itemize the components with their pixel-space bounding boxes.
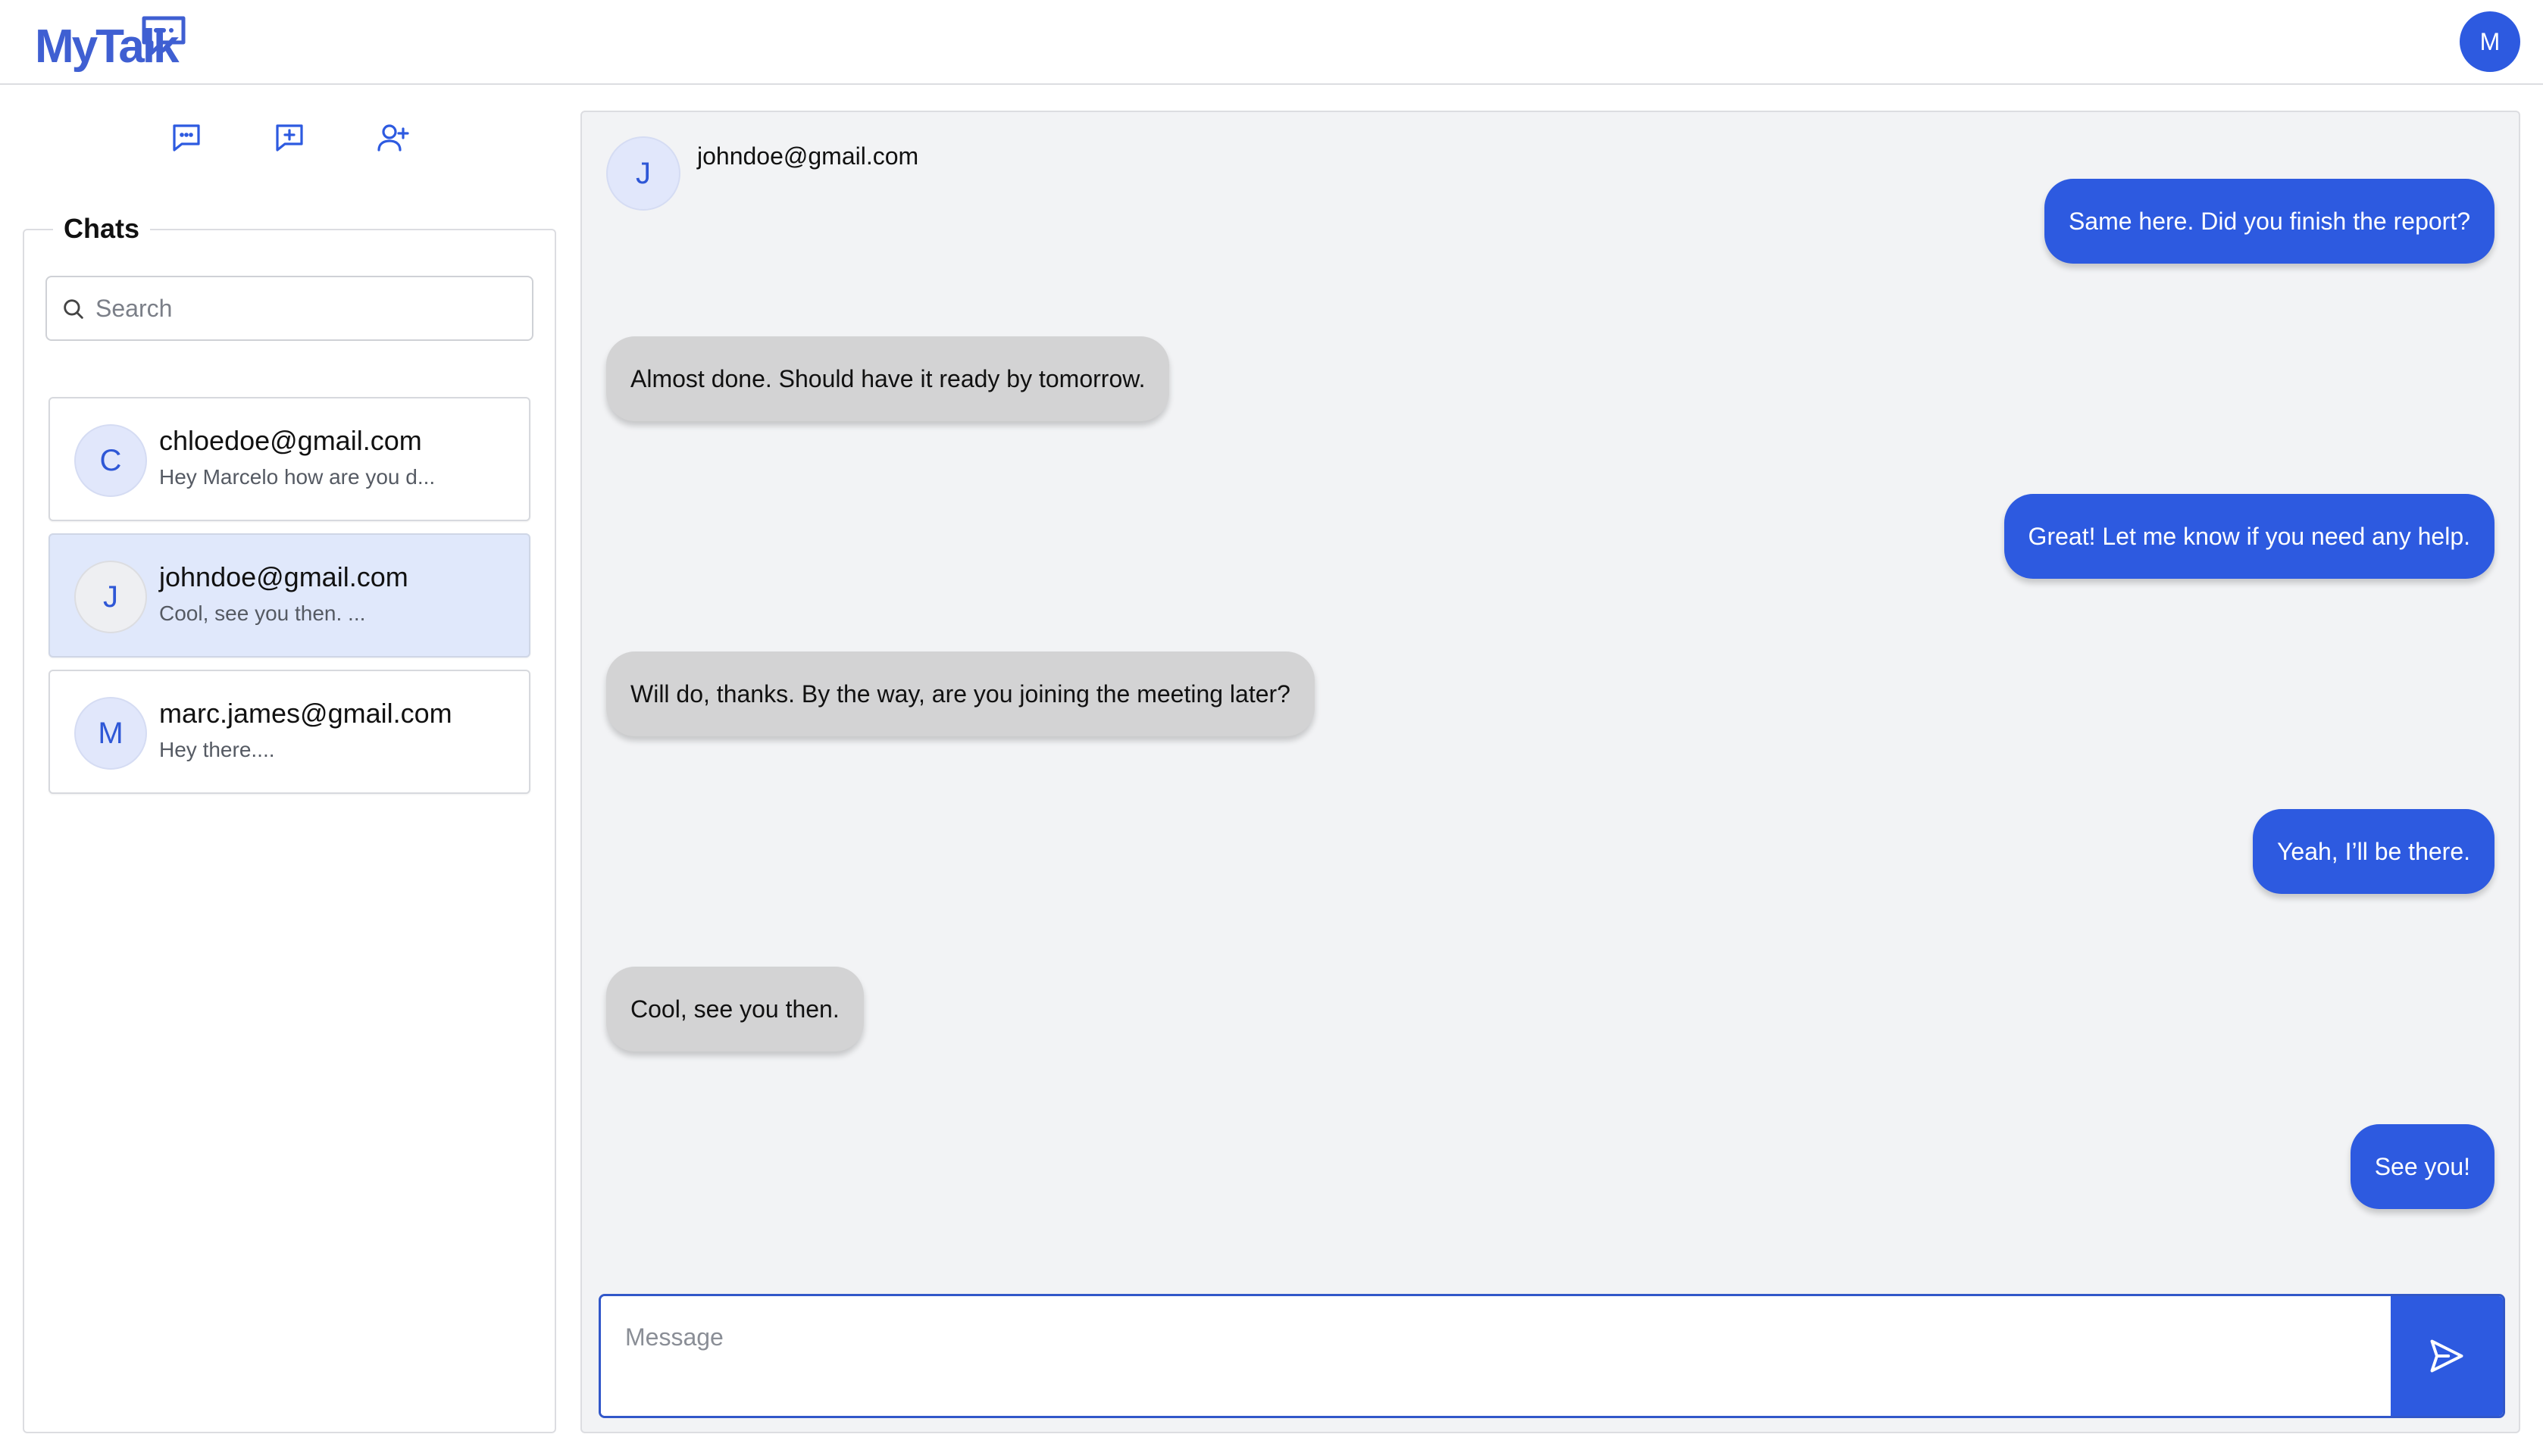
search-icon bbox=[64, 299, 83, 319]
message-received: Cool, see you then. bbox=[606, 967, 864, 1051]
chat-item-marc-james[interactable]: M marc.james@gmail.com Hey there.... bbox=[48, 670, 530, 794]
logo-chat-icon bbox=[142, 16, 186, 55]
message-sent: Great! Let me know if you need any help. bbox=[2003, 494, 2495, 579]
chat-preview: Hey there.... bbox=[159, 738, 275, 761]
message-composer bbox=[599, 1294, 2505, 1418]
message-sent: Yeah, I’ll be there. bbox=[2253, 809, 2495, 894]
avatar: J bbox=[74, 561, 147, 633]
avatar: C bbox=[74, 424, 147, 497]
chat-preview: Hey Marcelo how are you d... bbox=[159, 465, 436, 489]
message-sent: Same here. Did you finish the report? bbox=[2044, 179, 2495, 264]
conversation-panel: J johndoe@gmail.com Same here. Did you f… bbox=[580, 111, 2520, 1433]
message-received: Will do, thanks. By the way, are you joi… bbox=[606, 651, 1315, 736]
chats-panel: Chats C chloedoe@gmail.com Hey Marcelo h… bbox=[23, 211, 556, 1433]
add-contact-button[interactable] bbox=[370, 115, 415, 161]
send-icon bbox=[2430, 1339, 2463, 1373]
chat-preview: Cool, see you then. ... bbox=[159, 601, 366, 625]
send-button[interactable] bbox=[2391, 1296, 2503, 1416]
chat-email: chloedoe@gmail.com bbox=[159, 425, 422, 456]
user-avatar[interactable]: M bbox=[2460, 11, 2520, 72]
message-received: Almost done. Should have it ready by tom… bbox=[606, 336, 1170, 421]
chat-email: johndoe@gmail.com bbox=[159, 561, 408, 592]
chat-item-johndoe[interactable]: J johndoe@gmail.com Cool, see you then. … bbox=[48, 533, 530, 658]
chat-email: marc.james@gmail.com bbox=[159, 698, 452, 729]
chat-bubble-icon bbox=[173, 124, 200, 152]
new-chat-button[interactable] bbox=[267, 115, 312, 161]
chats-title: Chats bbox=[53, 211, 151, 247]
contact-email: johndoe@gmail.com bbox=[697, 142, 919, 170]
new-chat-icon bbox=[276, 124, 303, 152]
chats-button[interactable] bbox=[164, 115, 209, 161]
avatar: M bbox=[74, 697, 147, 770]
contact-avatar: J bbox=[606, 136, 680, 211]
top-bar: MyTalk M bbox=[0, 0, 2543, 85]
chat-item-chloedoe[interactable]: C chloedoe@gmail.com Hey Marcelo how are… bbox=[48, 397, 530, 521]
search-input[interactable] bbox=[95, 277, 524, 339]
message-input[interactable] bbox=[601, 1296, 2389, 1416]
message-sent: See you! bbox=[2350, 1124, 2495, 1209]
search-box[interactable] bbox=[45, 276, 533, 341]
add-user-icon bbox=[377, 124, 409, 152]
